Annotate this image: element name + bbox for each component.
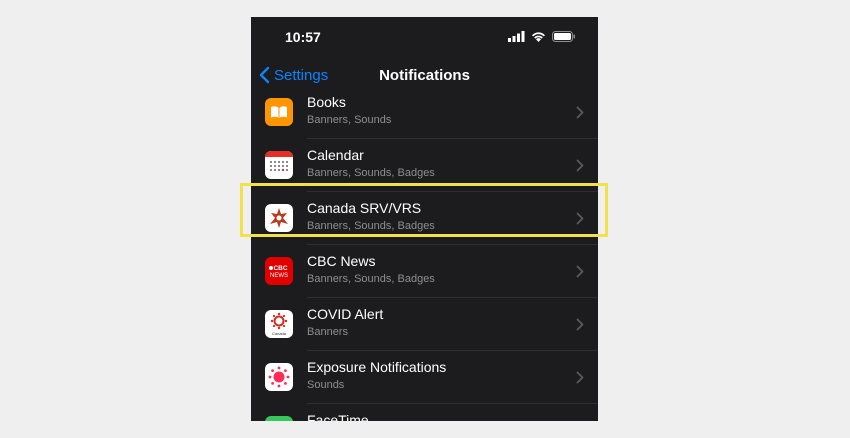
page-title: Notifications xyxy=(379,67,470,84)
status-time: 10:57 xyxy=(285,29,321,45)
app-name: Exposure Notifications xyxy=(307,359,447,375)
cbc-news-icon: CBC NEWS xyxy=(265,257,293,285)
chevron-right-icon xyxy=(576,265,584,278)
notification-styles: Banners xyxy=(307,326,348,338)
list-item-cbc-news[interactable]: CBC NEWS CBC News Banners, Sounds, Badge… xyxy=(251,245,598,298)
calendar-icon xyxy=(265,151,293,179)
notification-styles: Banners, Sounds, Badges xyxy=(307,167,435,179)
chevron-right-icon xyxy=(576,318,584,331)
notification-styles: Banners, Sounds, Badges xyxy=(307,273,435,285)
status-icons xyxy=(508,30,576,42)
navigation-bar: Settings Notifications xyxy=(251,57,598,98)
chevron-right-icon xyxy=(576,106,584,119)
list-item-books[interactable]: Books Banners, Sounds xyxy=(251,97,598,139)
svg-text:NEWS: NEWS xyxy=(270,273,288,279)
highlight-box xyxy=(240,183,608,237)
app-name: CBC News xyxy=(307,253,376,269)
svg-text:CBC: CBC xyxy=(273,265,287,272)
svg-text:Canada: Canada xyxy=(272,331,287,336)
status-bar: 10:57 xyxy=(251,17,598,57)
battery-icon xyxy=(552,30,575,42)
exposure-notifications-icon xyxy=(265,363,293,391)
facetime-icon xyxy=(265,416,293,421)
notifications-app-list: Books Banners, Sounds Calendar Banners, … xyxy=(251,97,598,421)
app-name: Calendar xyxy=(307,147,364,163)
signal-icon xyxy=(508,30,525,42)
chevron-right-icon xyxy=(576,159,584,172)
covid-alert-icon: Canada xyxy=(265,310,293,338)
list-item-covid-alert[interactable]: Canada COVID Alert Banners xyxy=(251,298,598,351)
app-name: Books xyxy=(307,97,346,110)
list-item-facetime[interactable]: FaceTime xyxy=(251,404,598,421)
wifi-icon xyxy=(532,31,545,42)
notification-styles: Banners, Sounds xyxy=(307,114,392,126)
notification-styles: Sounds xyxy=(307,379,345,391)
app-name: FaceTime xyxy=(307,412,369,421)
books-icon xyxy=(265,98,293,126)
app-name: COVID Alert xyxy=(307,306,384,322)
list-item-exposure-notifications[interactable]: Exposure Notifications Sounds xyxy=(251,351,598,404)
chevron-right-icon xyxy=(576,371,584,384)
